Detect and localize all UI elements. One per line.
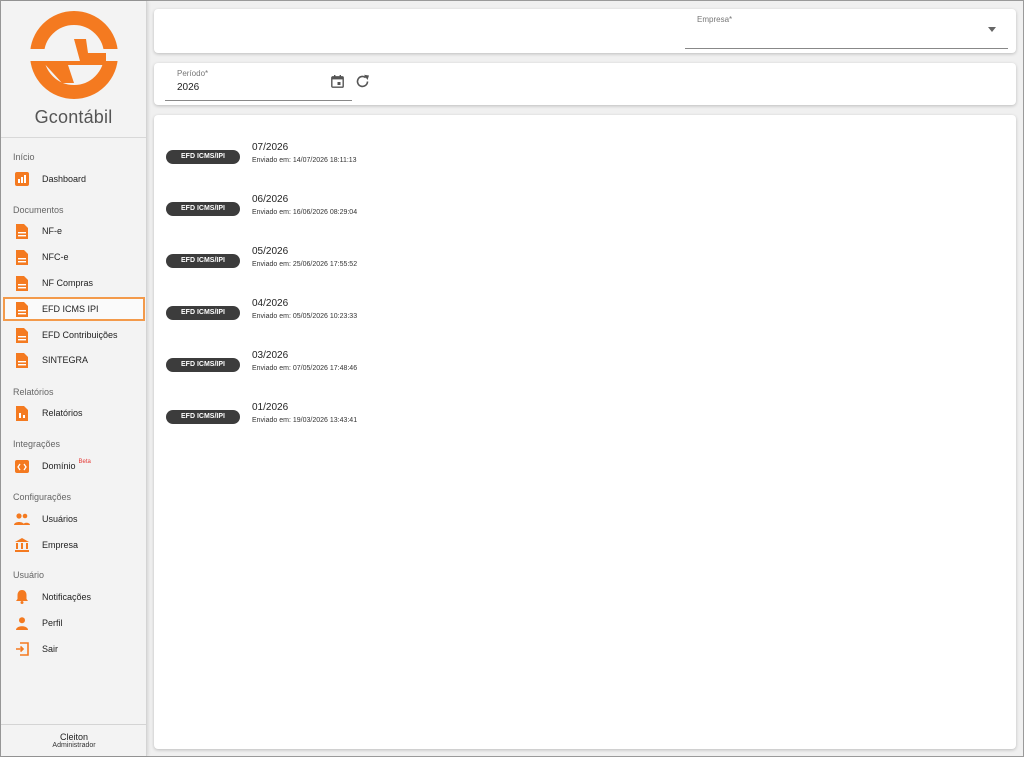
users-icon (14, 511, 30, 527)
list-item[interactable]: EFD ICMS/IPI 03/2026 Enviado em: 07/05/2… (166, 350, 766, 382)
document-icon (14, 249, 30, 265)
gcontabil-logo (30, 11, 118, 99)
document-icon (14, 223, 30, 239)
sidebar-item-relatorios[interactable]: Relatórios (3, 401, 145, 425)
sidebar-item-nfce[interactable]: NFC-e (3, 245, 145, 269)
sidebar-item-label: Perfil (42, 618, 63, 628)
list-item[interactable]: EFD ICMS/IPI 05/2026 Enviado em: 25/06/2… (166, 246, 766, 278)
type-chip: EFD ICMS/IPI (166, 306, 240, 320)
section-title-documentos: Documentos (13, 205, 64, 215)
document-icon (14, 301, 30, 317)
sidebar-item-label: SINTEGRA (42, 355, 89, 365)
empresa-select[interactable] (685, 29, 985, 43)
chart-icon (14, 171, 30, 187)
section-title-relatorios: Relatórios (13, 387, 54, 397)
periodo-card: Período* 2026 (154, 63, 1016, 105)
sidebar-item-dominio[interactable]: Domínio Beta (3, 454, 145, 478)
type-chip: EFD ICMS/IPI (166, 410, 240, 424)
sidebar-item-label: EFD Contribuições (42, 330, 118, 340)
entry-period: 06/2026 (252, 194, 289, 205)
entry-period: 05/2026 (252, 246, 289, 257)
beta-badge: Beta (78, 459, 91, 465)
section-title-usuario: Usuário (13, 570, 45, 580)
sidebar-item-label: Sair (42, 644, 59, 654)
user-role: Administrador (52, 742, 96, 749)
entry-sent-date: Enviado em: 16/06/2026 08:29:04 (252, 209, 358, 216)
sidebar-item-sair[interactable]: Sair (3, 637, 145, 661)
type-chip: EFD ICMS/IPI (166, 150, 240, 164)
sidebar-item-notificacoes[interactable]: Notificações (3, 585, 145, 609)
sidebar-item-label: Notificações (42, 592, 92, 602)
sidebar-item-nf-compras[interactable]: NF Compras (3, 271, 145, 295)
exit-icon (14, 641, 30, 657)
code-icon (14, 458, 30, 474)
periodo-label: Período* (177, 69, 209, 78)
sidebar-item-label: Usuários (42, 514, 78, 524)
empresa-underline (685, 48, 1008, 49)
sidebar-item-perfil[interactable]: Perfil (3, 611, 145, 635)
logo-area: Gcontábil (1, 1, 146, 138)
sidebar-item-sintegra[interactable]: SINTEGRA (3, 348, 145, 372)
document-icon (14, 327, 30, 343)
list-item[interactable]: EFD ICMS/IPI 07/2026 Enviado em: 14/07/2… (166, 142, 766, 174)
entry-sent-date: Enviado em: 14/07/2026 18:11:13 (252, 157, 357, 164)
chevron-down-icon[interactable] (988, 27, 996, 32)
type-chip: EFD ICMS/IPI (166, 202, 240, 216)
sidebar-item-label: Relatórios (42, 408, 83, 418)
calendar-icon[interactable] (329, 73, 345, 89)
sidebar-item-label: NF-e (42, 226, 62, 236)
periodo-input[interactable]: 2026 (177, 82, 199, 93)
type-chip: EFD ICMS/IPI (166, 358, 240, 372)
user-name: Cleiton (59, 732, 88, 742)
entry-sent-date: Enviado em: 25/06/2026 17:55:52 (252, 261, 358, 268)
brand-name: Gcontábil (34, 107, 113, 127)
entry-sent-date: Enviado em: 07/05/2026 17:48:46 (252, 365, 358, 372)
document-icon (14, 352, 30, 368)
sidebar-item-efd-contribuicoes[interactable]: EFD Contribuições (3, 323, 145, 347)
sidebar-item-label: Dashboard (42, 174, 87, 184)
entry-sent-date: Enviado em: 19/03/2026 13:43:41 (252, 417, 358, 424)
sidebar-item-label: Domínio (42, 461, 76, 471)
entry-sent-date: Enviado em: 05/05/2026 10:23:33 (252, 313, 358, 320)
bank-icon (14, 537, 30, 553)
document-icon (14, 275, 30, 291)
periodo-underline (165, 100, 352, 101)
section-title-integracoes: Integrações (13, 439, 61, 449)
sidebar-item-label: NFC-e (42, 252, 69, 262)
empresa-card: Empresa* (154, 9, 1016, 53)
section-title-configuracoes: Configurações (13, 492, 72, 502)
sidebar-item-empresa[interactable]: Empresa (3, 533, 145, 557)
person-icon (14, 615, 30, 631)
report-icon (14, 405, 30, 421)
entry-period: 01/2026 (252, 402, 289, 413)
sidebar-item-nfe[interactable]: NF-e (3, 219, 145, 243)
sidebar-item-label: NF Compras (42, 278, 94, 288)
sidebar: Gcontábil Início Dashboard Documentos NF… (1, 1, 147, 756)
sped-list: EFD ICMS/IPI 07/2026 Enviado em: 14/07/2… (154, 115, 1016, 749)
bell-icon (14, 589, 30, 605)
section-title-inicio: Início (13, 152, 35, 162)
sidebar-item-dashboard[interactable]: Dashboard (3, 167, 145, 191)
entry-period: 03/2026 (252, 350, 289, 361)
sidebar-item-usuarios[interactable]: Usuários (3, 507, 145, 531)
refresh-icon[interactable] (354, 73, 370, 89)
list-item[interactable]: EFD ICMS/IPI 06/2026 Enviado em: 16/06/2… (166, 194, 766, 226)
sidebar-item-label: Empresa (42, 540, 79, 550)
list-item[interactable]: EFD ICMS/IPI 04/2026 Enviado em: 05/05/2… (166, 298, 766, 330)
sidebar-item-label: EFD ICMS IPI (42, 304, 99, 314)
empresa-label: Empresa* (697, 15, 733, 24)
sidebar-item-efd-icms-ipi[interactable]: EFD ICMS IPI (3, 297, 145, 321)
list-item[interactable]: EFD ICMS/IPI 01/2026 Enviado em: 19/03/2… (166, 402, 766, 434)
entry-period: 04/2026 (252, 298, 289, 309)
entry-period: 07/2026 (252, 142, 289, 153)
user-info: Cleiton Administrador (1, 724, 147, 756)
type-chip: EFD ICMS/IPI (166, 254, 240, 268)
